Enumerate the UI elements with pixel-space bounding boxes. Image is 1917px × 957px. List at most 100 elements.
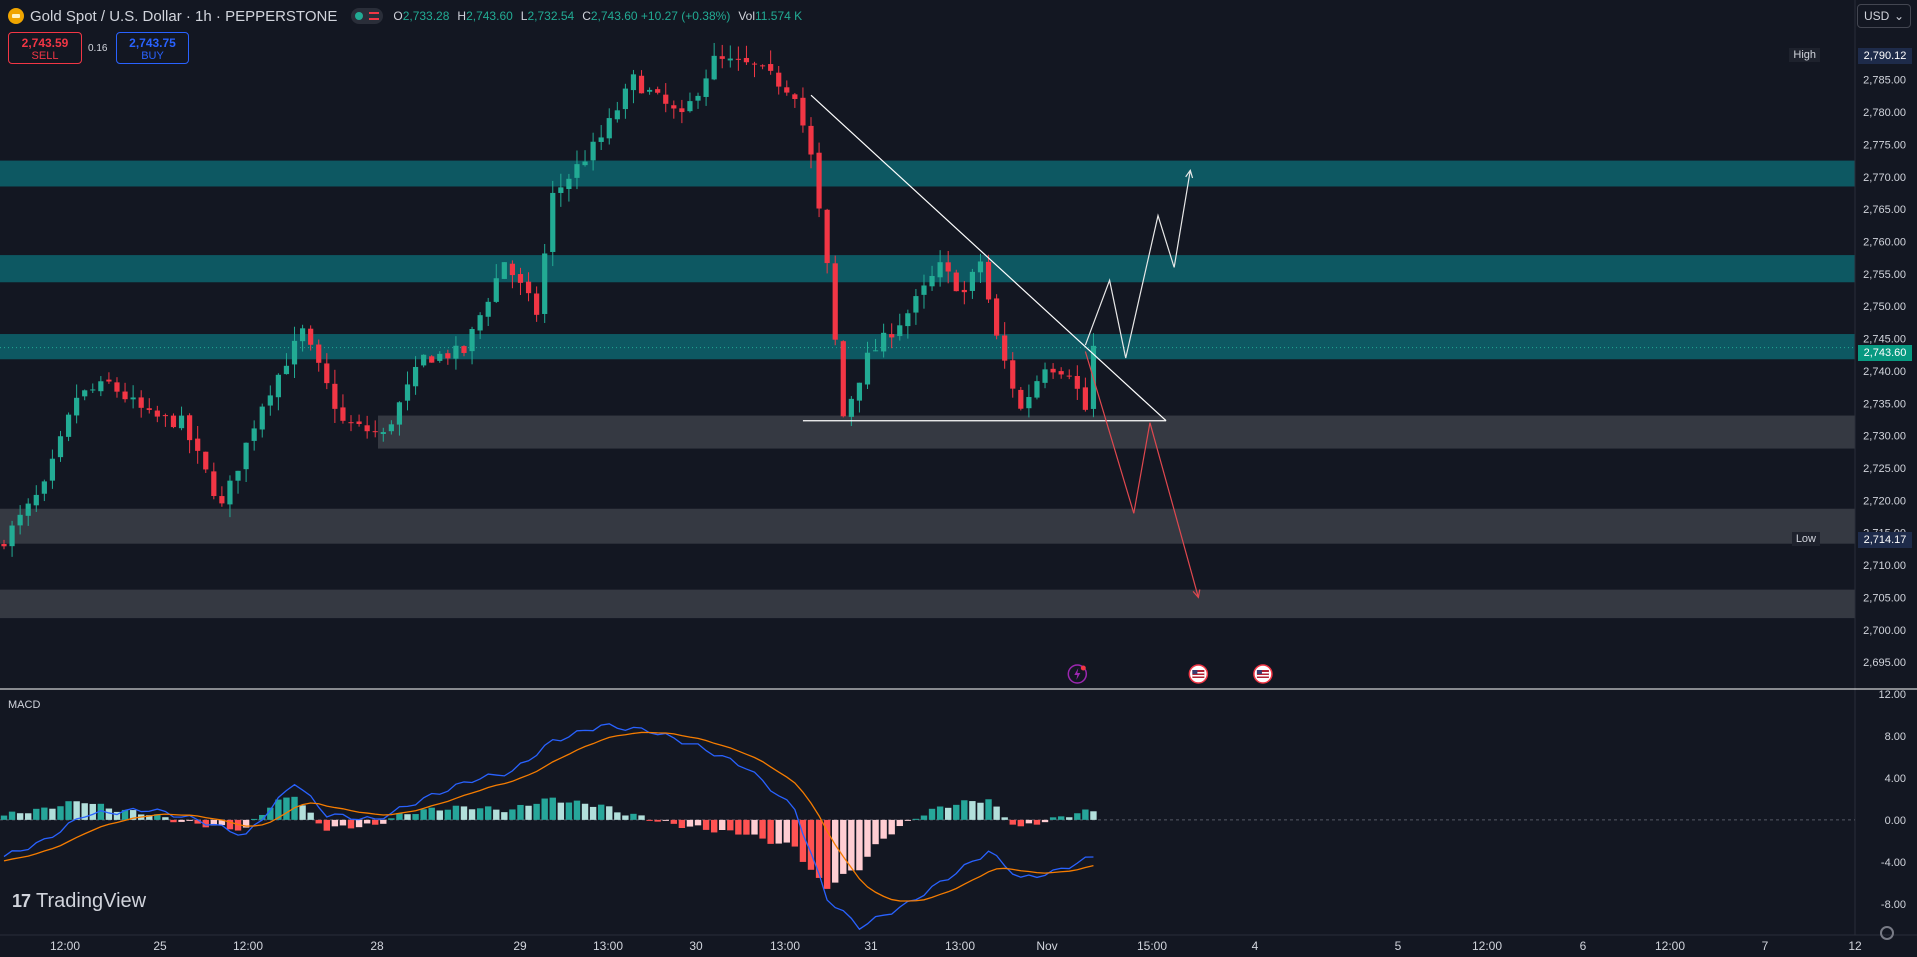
candle-body (695, 95, 701, 101)
candle (776, 65, 782, 95)
macd-histogram-bar (533, 803, 540, 820)
bars-icon (369, 12, 380, 20)
symbol-title[interactable]: Gold Spot / U.S. Dollar · 1h · PEPPERSTO… (30, 8, 337, 25)
flag-stripe (1256, 675, 1269, 677)
candle (33, 485, 39, 512)
macd-label[interactable]: MACD (8, 699, 40, 711)
macd-histogram-bar (727, 819, 734, 831)
candle-body (308, 328, 314, 345)
sell-button[interactable]: 2,743.59 SELL (8, 32, 82, 64)
macd-histogram-bar (16, 813, 24, 820)
candle (550, 180, 556, 267)
candle (647, 87, 653, 95)
macd-histogram-bar (904, 819, 912, 821)
candle-body (800, 97, 806, 126)
candle-body (687, 101, 693, 112)
macd-histogram-bar (783, 819, 790, 843)
candle-body (291, 340, 298, 365)
candlesticks[interactable] (1, 42, 1097, 557)
currency-select[interactable]: USD ⌄ (1857, 4, 1911, 28)
candle (913, 288, 919, 325)
zone-support (0, 589, 1855, 619)
candle (1058, 367, 1064, 379)
candle-body (65, 414, 72, 437)
candle (727, 45, 733, 68)
candle (90, 383, 96, 394)
candle-body (98, 381, 104, 392)
tradingview-mark-icon: 17 (12, 891, 31, 911)
candle-body (445, 353, 451, 359)
high-value: 2,790.12 (1858, 48, 1912, 64)
macd-histogram-bar (339, 819, 347, 826)
candle-body (582, 161, 588, 166)
macd-histogram-bar (73, 801, 80, 820)
candle-body (203, 451, 209, 470)
buy-button[interactable]: 2,743.75 BUY (116, 32, 189, 64)
macd-histogram-bar (662, 819, 669, 821)
macd-histogram-bar (832, 819, 839, 883)
macd-histogram-bar (509, 809, 516, 820)
candle (372, 420, 378, 438)
candle-body (1002, 335, 1008, 361)
candle (251, 420, 257, 451)
macd-histogram-bar (944, 807, 952, 820)
macd-histogram-bar (444, 809, 452, 820)
time-label: 12:00 (1472, 939, 1502, 953)
us-flag-event-icon (1188, 664, 1209, 684)
tradingview-logo[interactable]: 17 TradingView (12, 890, 146, 913)
candle-body (485, 301, 491, 317)
macd-histogram-bar (331, 819, 339, 827)
candle-body (275, 374, 281, 398)
macd-histogram-bar (557, 802, 565, 820)
time-label: 15:00 (1137, 939, 1167, 953)
candle-body (283, 365, 290, 375)
candle-body (816, 152, 822, 209)
candle-body (638, 75, 645, 94)
high-key: High (1789, 48, 1820, 62)
candle-body (881, 332, 887, 352)
macd-histogram-bar (428, 807, 435, 820)
candle-body (154, 410, 160, 417)
macd-histogram-bar (848, 819, 855, 871)
candle (542, 244, 548, 323)
price-chart[interactable]: 2,695.002,700.002,705.002,710.002,715.00… (0, 0, 1917, 957)
candle (679, 99, 685, 124)
macd-histogram-bar (686, 819, 694, 827)
candle-body (17, 514, 23, 526)
candle (267, 385, 273, 416)
candle (759, 64, 766, 70)
market-status-toggle[interactable] (351, 8, 384, 24)
candle (114, 377, 120, 398)
macd-histogram-bar (170, 819, 177, 823)
price-tick: 2,730.00 (1863, 431, 1906, 443)
macd-histogram-bar (606, 806, 613, 820)
candle (404, 371, 411, 411)
event-markers[interactable] (1067, 664, 1273, 684)
macd-histogram-bar (33, 808, 40, 820)
candle-body (243, 442, 249, 470)
ohlc-high: H2,743.60 (457, 9, 513, 23)
candle-body (622, 88, 628, 110)
candle (1018, 386, 1024, 411)
macd-histogram-bar (735, 819, 742, 835)
candle-body (864, 352, 871, 385)
candle (1050, 363, 1056, 379)
macd-pane[interactable]: 12.00 8.00 4.00 0.00 -4.00 -8.00 (0, 688, 1917, 931)
macd-histogram-bar (363, 819, 371, 824)
candle-body (663, 94, 669, 104)
candle-body (453, 345, 459, 359)
candle-body (703, 78, 709, 97)
candle-body (388, 424, 394, 432)
candle (768, 50, 774, 75)
sell-price: 2,743.59 (21, 36, 69, 50)
candle-body (969, 271, 975, 291)
macd-histogram-bar (856, 819, 863, 871)
macd-tick: 0.00 (1885, 815, 1906, 827)
settings-gear-icon[interactable] (1880, 926, 1894, 940)
candle (671, 100, 677, 119)
macd-histogram-bar (888, 819, 895, 835)
buy-label: BUY (141, 50, 164, 62)
candle (598, 125, 604, 150)
candle (340, 394, 346, 424)
macd-histogram-bar (953, 804, 960, 820)
